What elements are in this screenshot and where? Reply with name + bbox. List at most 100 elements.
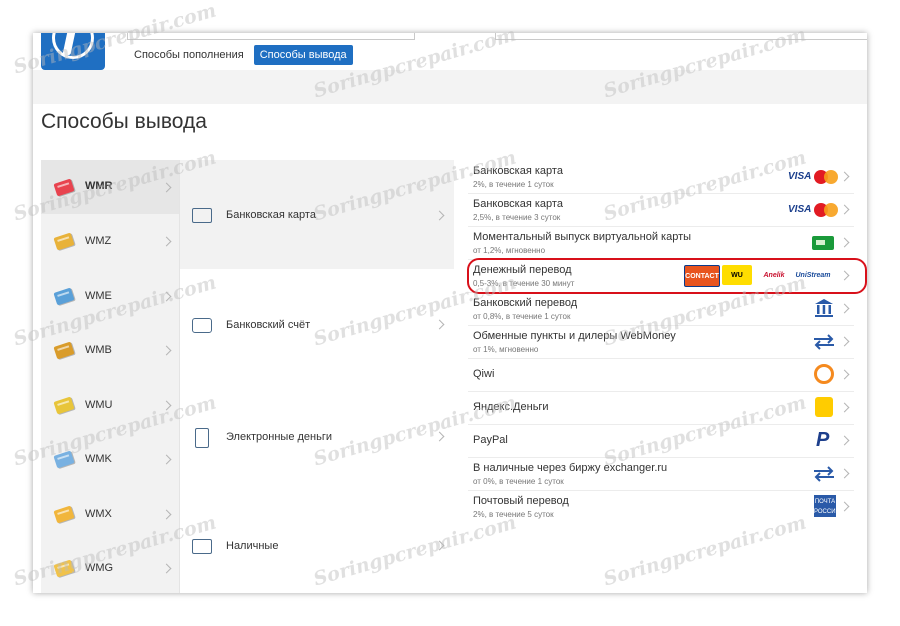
- exchange-arrows-icon: [814, 466, 834, 482]
- chevron-right-icon: [839, 369, 850, 380]
- currency-item-wmx[interactable]: WMX: [41, 487, 179, 541]
- chevron-right-icon: [839, 303, 850, 314]
- method-item[interactable]: Банковская карта 2,5%, в течение 3 суток…: [468, 193, 854, 227]
- russian-post-icon: ПОЧТА РОССИИ: [814, 495, 840, 517]
- method-subtitle: 2%, в течение 1 суток: [473, 180, 554, 189]
- method-list: Банковская карта 2%, в течение 1 суток V…: [454, 160, 867, 593]
- chevron-right-icon: [434, 210, 445, 221]
- chevron-right-icon: [839, 468, 850, 479]
- currency-item-wmr[interactable]: WMR: [41, 160, 179, 214]
- currency-item-wmb[interactable]: WMB: [41, 323, 179, 377]
- method-item[interactable]: В наличные через биржу exchanger.ru от 0…: [468, 457, 854, 491]
- unistream-logo: UniStream: [795, 271, 831, 279]
- chevron-right-icon: [161, 236, 172, 247]
- chevron-right-icon: [161, 291, 172, 302]
- method-title: Qiwi: [473, 368, 495, 380]
- method-subtitle: 2%, в течение 5 суток: [473, 510, 554, 519]
- category-cash[interactable]: Наличные: [180, 487, 454, 593]
- category-bank-account[interactable]: Банковский счёт: [180, 269, 454, 378]
- contact-logo: CONTACT: [684, 265, 720, 287]
- currency-label: WMX: [85, 508, 112, 520]
- bank-icon: [815, 299, 833, 317]
- chevron-right-icon: [839, 204, 850, 215]
- method-item[interactable]: Qiwi: [468, 358, 854, 392]
- wallet-wmx-icon: [53, 505, 75, 524]
- mastercard-icon: [814, 203, 838, 217]
- safe-icon: [192, 318, 212, 333]
- exchange-arrows-icon: [814, 334, 834, 350]
- chevron-right-icon: [839, 435, 850, 446]
- currency-label: WME: [85, 290, 112, 302]
- visa-logo: VISA: [788, 204, 812, 215]
- category-label: Банковская карта: [226, 209, 316, 221]
- wallet-wmz-icon: [53, 232, 75, 251]
- chevron-right-icon: [161, 345, 172, 356]
- currency-label: WMG: [85, 562, 114, 574]
- method-item[interactable]: Обменные пункты и дилеры WebMoney от 1%,…: [468, 325, 854, 359]
- category-label: Наличные: [226, 540, 279, 552]
- yandex-money-icon: [815, 397, 833, 417]
- method-subtitle: 2,5%, в течение 3 суток: [473, 213, 561, 222]
- method-item[interactable]: Почтовый перевод 2%, в течение 5 суток П…: [468, 490, 854, 523]
- chevron-right-icon: [161, 563, 172, 574]
- chevron-right-icon: [161, 509, 172, 520]
- chevron-right-icon: [434, 431, 445, 442]
- method-item[interactable]: Яндекс.Деньги: [468, 391, 854, 425]
- visa-logo: VISA: [788, 171, 812, 182]
- chevron-right-icon: [161, 454, 172, 465]
- method-title: Банковская карта: [473, 198, 563, 210]
- method-title: В наличные через биржу exchanger.ru: [473, 462, 668, 474]
- currency-item-wmu[interactable]: WMU: [41, 378, 179, 432]
- method-item[interactable]: Денежный перевод 0,5-3%, в течение 30 ми…: [468, 259, 854, 293]
- chevron-right-icon: [839, 402, 850, 413]
- chevron-right-icon: [839, 270, 850, 281]
- currency-label: WMK: [85, 453, 112, 465]
- chevron-right-icon: [434, 540, 445, 551]
- method-item[interactable]: Банковская карта 2%, в течение 1 суток V…: [468, 160, 854, 194]
- search-field-right[interactable]: [495, 33, 867, 40]
- wallet-wmk-icon: [53, 450, 75, 469]
- method-item[interactable]: Банковский перевод от 0,8%, в течение 1 …: [468, 292, 854, 326]
- category-label: Электронные деньги: [226, 431, 333, 443]
- wallet-wme-icon: [53, 287, 75, 306]
- currency-item-wmg[interactable]: WMG: [41, 541, 179, 593]
- currency-item-wmk[interactable]: WMK: [41, 432, 179, 486]
- category-label: Банковский счёт: [226, 319, 311, 331]
- cash-icon: [192, 539, 212, 554]
- method-title: Денежный перевод: [473, 264, 572, 276]
- wallet-wmg-icon: [53, 559, 75, 578]
- currency-label: WMU: [85, 399, 113, 411]
- method-subtitle: 0,5-3%, в течение 30 минут: [473, 279, 575, 288]
- currency-item-wmz[interactable]: WMZ: [41, 214, 179, 268]
- wallet-wmb-icon: [53, 341, 75, 360]
- mastercard-icon: [814, 170, 838, 184]
- browser-content: Способы пополнения Способы вывода Способ…: [33, 33, 867, 593]
- method-title: Яндекс.Деньги: [473, 401, 549, 413]
- category-bank-card[interactable]: Банковская карта: [180, 160, 454, 269]
- category-e-money[interactable]: Электронные деньги: [180, 378, 454, 487]
- method-item-virtual-card[interactable]: Моментальный выпуск виртуальной карты от…: [468, 226, 854, 260]
- method-subtitle: от 1%, мгновенно: [473, 345, 539, 354]
- top-bar: Способы пополнения Способы вывода: [33, 33, 867, 70]
- tab-deposit-methods[interactable]: Способы пополнения: [128, 45, 250, 65]
- mobile-money-icon: [195, 428, 209, 448]
- method-title: Моментальный выпуск виртуальной карты: [473, 231, 692, 243]
- currency-label: WMB: [85, 344, 112, 356]
- method-title: Банковская карта: [473, 165, 563, 177]
- currency-label: WMZ: [85, 235, 112, 247]
- header-strip: [33, 70, 867, 104]
- currency-item-wme[interactable]: WME: [41, 269, 179, 323]
- chevron-right-icon: [839, 336, 850, 347]
- method-title: PayPal: [473, 434, 508, 446]
- tab-withdraw-methods[interactable]: Способы вывода: [253, 45, 353, 65]
- method-tabs: Способы пополнения Способы вывода: [128, 44, 357, 66]
- currency-list: WMR WMZ WME WMB WMU WMK WMX WMG: [41, 160, 179, 593]
- category-list: Банковская карта Банковский счёт Электро…: [179, 160, 455, 593]
- method-subtitle: от 0,8%, в течение 1 суток: [473, 312, 571, 321]
- webmoney-logo[interactable]: [41, 33, 105, 70]
- search-field-left[interactable]: [127, 33, 415, 40]
- paypal-icon: P: [816, 429, 830, 451]
- qiwi-icon: [814, 364, 834, 384]
- wallet-wmr-icon: [53, 178, 75, 197]
- method-item[interactable]: PayPal P: [468, 424, 854, 458]
